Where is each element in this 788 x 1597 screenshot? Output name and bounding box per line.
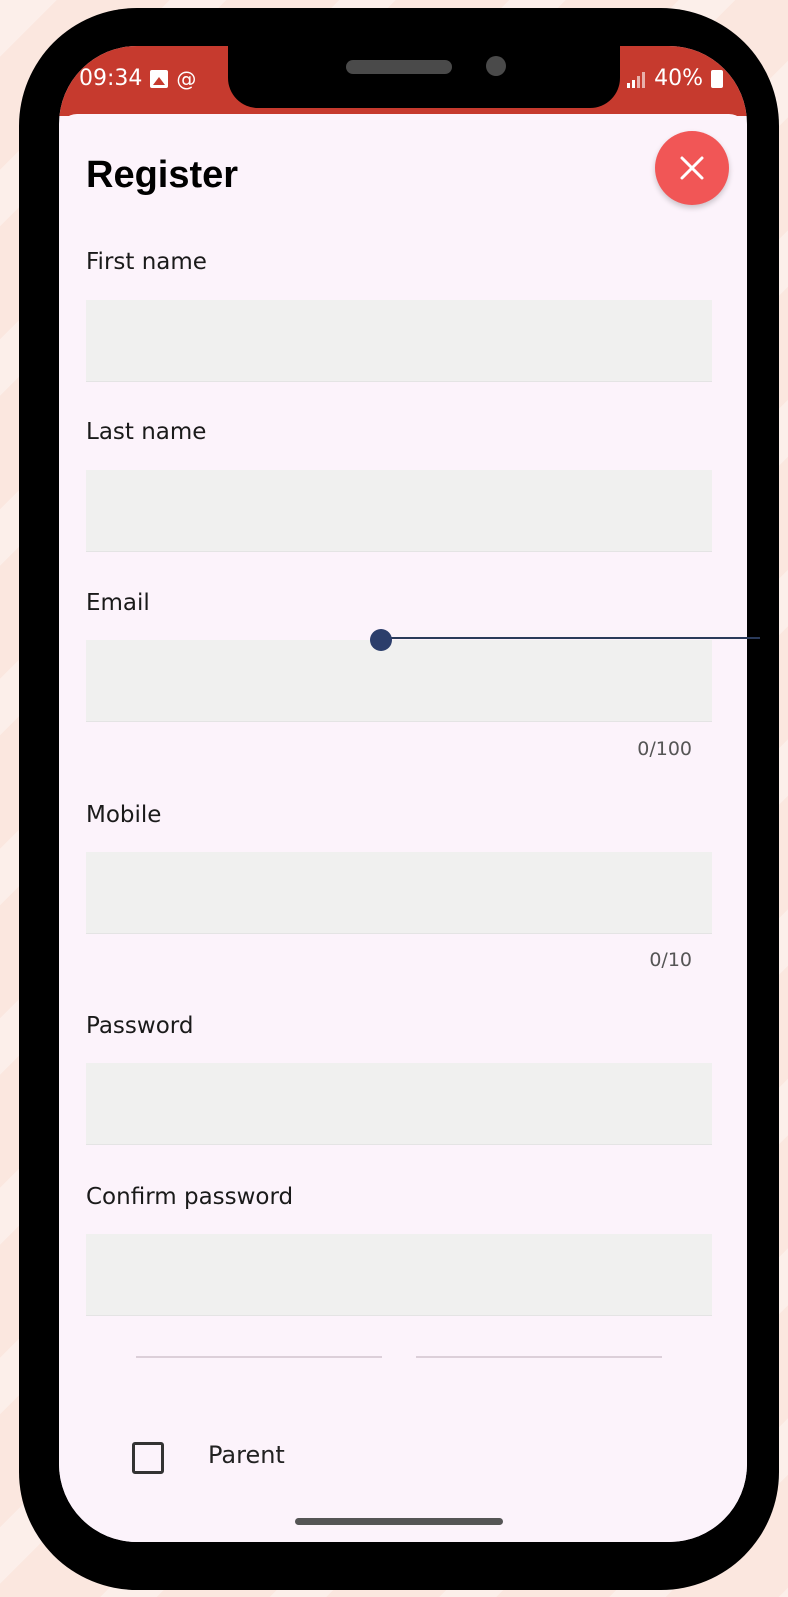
parent-checkbox-label[interactable]: Parent [208,1441,285,1469]
phone-frame: 09:34 @ 40% Register First name Last nam… [19,8,779,1590]
confirm-password-field[interactable] [86,1234,712,1316]
battery-percent: 40% [654,66,703,91]
home-indicator[interactable] [295,1518,503,1525]
speaker-grille [346,60,452,74]
divider-right [416,1356,662,1358]
battery-icon [711,69,723,88]
last-name-label: Last name [86,419,207,445]
camera-notch [228,46,620,108]
password-label: Password [86,1013,194,1039]
front-camera [486,56,506,76]
parent-checkbox[interactable] [132,1442,164,1474]
mobile-field[interactable] [86,852,712,934]
page-title: Register [86,154,239,196]
status-time: 09:34 [79,66,143,91]
phone-screen: 09:34 @ 40% Register First name Last nam… [59,46,747,1542]
at-sign-icon: @ [176,66,197,91]
gallery-icon [150,69,169,88]
status-left: 09:34 @ [79,66,196,91]
email-label: Email [86,590,150,616]
touch-indicator-dot [370,629,392,651]
first-name-field[interactable] [86,300,712,382]
email-field[interactable] [86,640,712,722]
divider-left [136,1356,382,1358]
close-icon [680,156,704,180]
close-button[interactable] [655,131,729,205]
first-name-label: First name [86,249,207,275]
touch-indicator-line [380,637,760,639]
signal-icon [627,71,646,88]
last-name-field[interactable] [86,470,712,552]
mobile-label: Mobile [86,802,162,828]
email-char-counter: 0/100 [637,738,692,760]
password-field[interactable] [86,1063,712,1145]
mobile-char-counter: 0/10 [649,949,692,971]
confirm-password-label: Confirm password [86,1184,294,1210]
